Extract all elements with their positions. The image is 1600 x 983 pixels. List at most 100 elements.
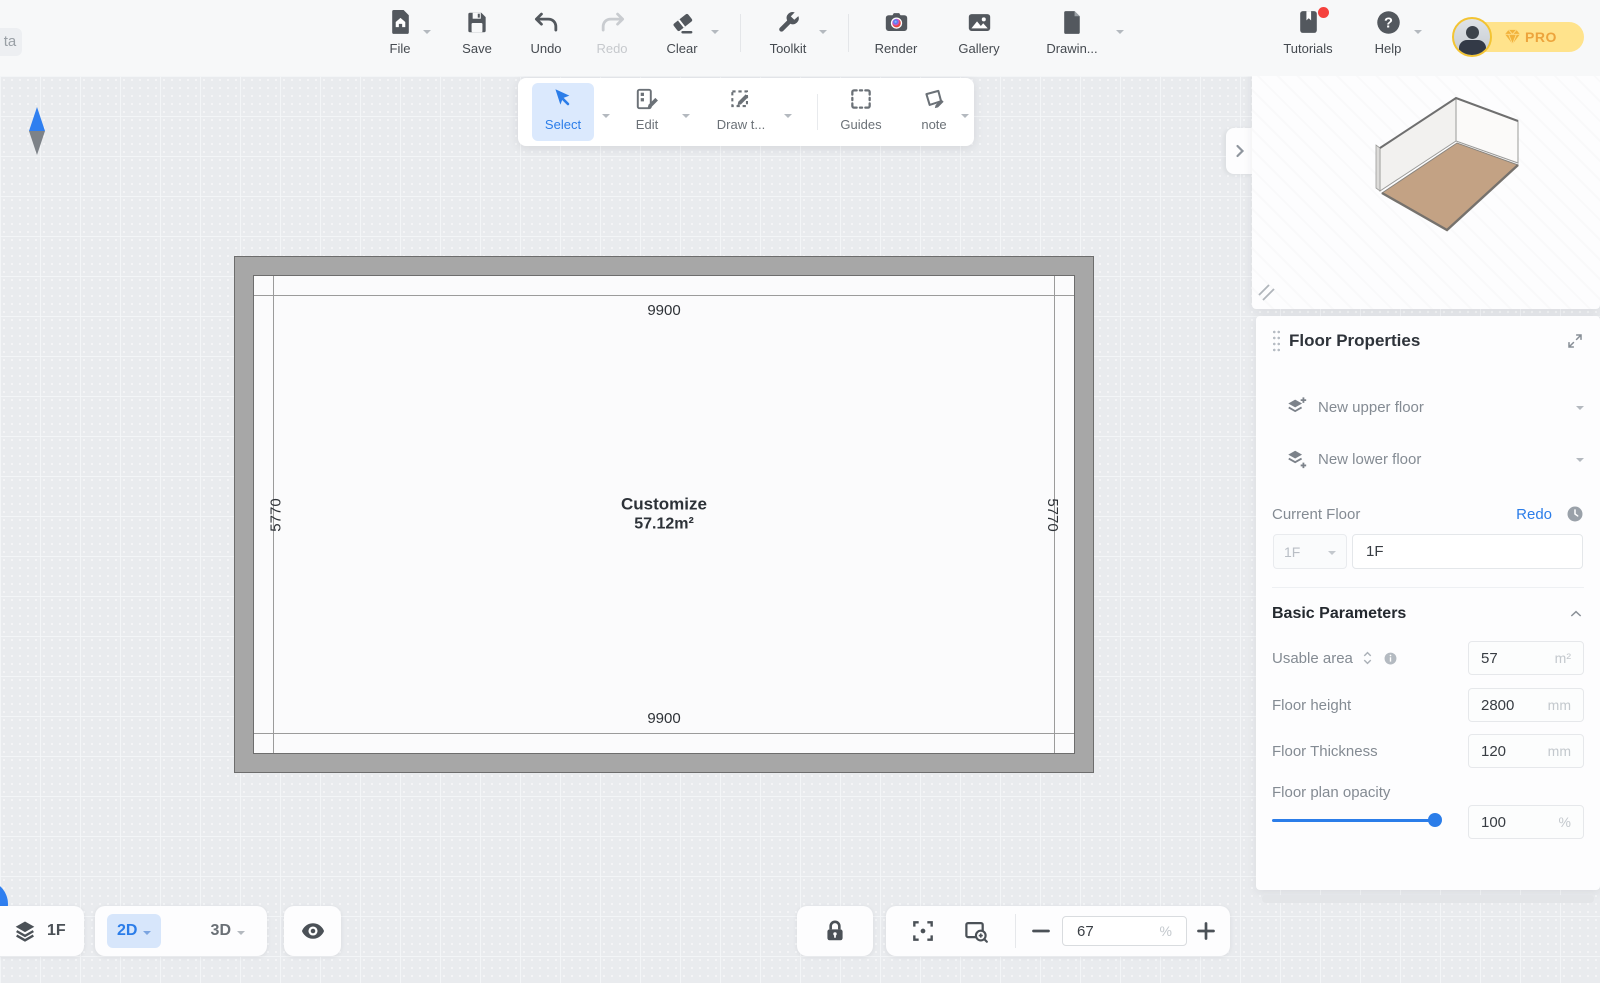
collapse-section-icon: [1568, 606, 1584, 622]
eye-icon: [300, 918, 326, 944]
clear-button[interactable]: Clear: [653, 9, 711, 56]
note-caret-icon[interactable]: [961, 114, 969, 122]
tool-draw[interactable]: Draw t...: [710, 83, 772, 141]
zoom-unit: %: [1160, 923, 1172, 939]
floor-height-value: 2800: [1481, 697, 1514, 714]
floor-thickness-unit: mm: [1548, 743, 1571, 759]
draw-room-icon: [710, 86, 772, 116]
render-button[interactable]: Render: [867, 9, 925, 56]
file-icon: [371, 9, 429, 39]
svg-text:?: ?: [1384, 16, 1393, 32]
file-caret-icon[interactable]: [423, 30, 431, 38]
gallery-button[interactable]: Gallery: [950, 9, 1008, 56]
toolkit-button[interactable]: Toolkit: [759, 9, 817, 56]
floor-height-field[interactable]: 2800 mm: [1468, 688, 1584, 722]
history-clock-icon[interactable]: [1566, 505, 1584, 523]
basic-parameters-title: Basic Parameters: [1272, 605, 1568, 623]
tool-note-label: note: [921, 117, 946, 132]
opacity-slider[interactable]: [1272, 819, 1436, 822]
info-icon[interactable]: [1383, 651, 1398, 666]
draw-caret-icon[interactable]: [784, 114, 792, 122]
zoom-controls: %: [886, 906, 1230, 956]
opacity-field[interactable]: 100 %: [1468, 805, 1584, 839]
usable-area-unit: m²: [1555, 650, 1571, 666]
room-3d-preview[interactable]: [1252, 38, 1600, 306]
dimension-top: 9900: [647, 302, 680, 319]
select-caret-icon[interactable]: [602, 114, 610, 122]
dimension-line-bottom: [254, 733, 1074, 734]
compass-north-icon: [29, 107, 45, 155]
stepper-icon[interactable]: [1361, 650, 1374, 666]
opacity-slider-thumb[interactable]: [1428, 813, 1442, 827]
avatar[interactable]: [1452, 17, 1492, 57]
floor-height-label: Floor height: [1272, 697, 1351, 714]
undo-icon: [517, 9, 575, 39]
tool-edit[interactable]: Edit: [616, 83, 678, 141]
lock-button[interactable]: [797, 906, 873, 956]
zoom-level-input[interactable]: [1077, 923, 1113, 940]
mode-3d-caret-icon: [237, 931, 245, 939]
save-label: Save: [448, 41, 506, 56]
current-floor-badge: 1F: [47, 922, 66, 940]
panel-resize-handle-icon[interactable]: [1257, 283, 1277, 303]
tool-select[interactable]: Select: [532, 83, 594, 141]
room-label[interactable]: Customize 57.12m²: [621, 494, 707, 533]
redo-button[interactable]: Redo: [583, 9, 641, 56]
fit-view-icon[interactable]: [910, 918, 936, 944]
document-icon: [1040, 9, 1104, 39]
clear-label: Clear: [653, 41, 711, 56]
main-toolbar: ta File Save Undo Redo Clear: [0, 0, 1600, 76]
drag-handle-icon[interactable]: [1272, 329, 1281, 353]
zoom-level-field[interactable]: %: [1062, 916, 1187, 946]
tool-guides[interactable]: Guides: [830, 83, 892, 141]
drawing-button[interactable]: Drawin...: [1040, 9, 1104, 56]
toolkit-label: Toolkit: [759, 41, 817, 56]
tool-guides-label: Guides: [840, 117, 881, 132]
floor-switcher-button[interactable]: 1F: [0, 906, 84, 956]
drawing-label: Drawin...: [1040, 41, 1104, 56]
floor-name-input[interactable]: [1352, 534, 1583, 569]
tool-note[interactable]: note: [903, 83, 965, 141]
floorplan-room[interactable]: 9900 9900 5770 5770 Customize 57.12m²: [253, 275, 1075, 754]
usable-area-field[interactable]: 57 m²: [1468, 641, 1584, 675]
help-button[interactable]: ? Help: [1359, 9, 1417, 56]
toolbar-divider: [817, 94, 818, 130]
horizontal-scrollbar[interactable]: [1262, 895, 1594, 903]
clear-caret-icon[interactable]: [711, 30, 719, 38]
panel-collapse-button[interactable]: [1226, 128, 1254, 174]
help-caret-icon[interactable]: [1414, 30, 1422, 38]
mode-2d-button[interactable]: 2D: [107, 914, 161, 948]
pro-label: PRO: [1525, 29, 1557, 45]
mode-2d-label: 2D: [117, 922, 137, 940]
expand-panel-icon[interactable]: [1566, 332, 1584, 350]
visibility-button[interactable]: [284, 906, 341, 956]
zoom-out-icon[interactable]: [1029, 919, 1053, 943]
floorplan-walls[interactable]: 9900 9900 5770 5770 Customize 57.12m²: [234, 256, 1094, 773]
partial-tab[interactable]: ta: [0, 28, 22, 56]
eraser-icon: [653, 9, 711, 39]
undo-button[interactable]: Undo: [517, 9, 575, 56]
dimension-left: 5770: [268, 498, 285, 531]
floor-select-value: 1F: [1284, 544, 1328, 560]
basic-parameters-header[interactable]: Basic Parameters: [1272, 602, 1584, 626]
help-icon: ?: [1359, 9, 1417, 39]
floor-thickness-field[interactable]: 120 mm: [1468, 734, 1584, 768]
panel-title: Floor Properties: [1289, 331, 1566, 351]
new-lower-floor-button[interactable]: New lower floor: [1286, 442, 1584, 476]
mode-3d-button[interactable]: 3D: [201, 914, 255, 948]
floor-select[interactable]: 1F: [1273, 534, 1347, 569]
tutorials-button[interactable]: Tutorials: [1279, 9, 1337, 56]
drawing-toolbar: Select Edit Draw t... Guides: [518, 78, 974, 146]
redo-label: Redo: [583, 41, 641, 56]
new-upper-floor-button[interactable]: New upper floor: [1286, 390, 1584, 424]
save-button[interactable]: Save: [448, 9, 506, 56]
zoom-region-icon[interactable]: [963, 918, 990, 945]
drawing-caret-icon[interactable]: [1116, 30, 1124, 38]
view-mode-switcher: 2D 3D: [95, 906, 267, 956]
usable-area-label: Usable area: [1272, 650, 1353, 667]
file-button[interactable]: File: [371, 9, 429, 56]
toolkit-caret-icon[interactable]: [819, 30, 827, 38]
zoom-in-icon[interactable]: [1194, 919, 1218, 943]
edit-caret-icon[interactable]: [682, 114, 690, 122]
redo-link[interactable]: Redo: [1516, 506, 1552, 523]
